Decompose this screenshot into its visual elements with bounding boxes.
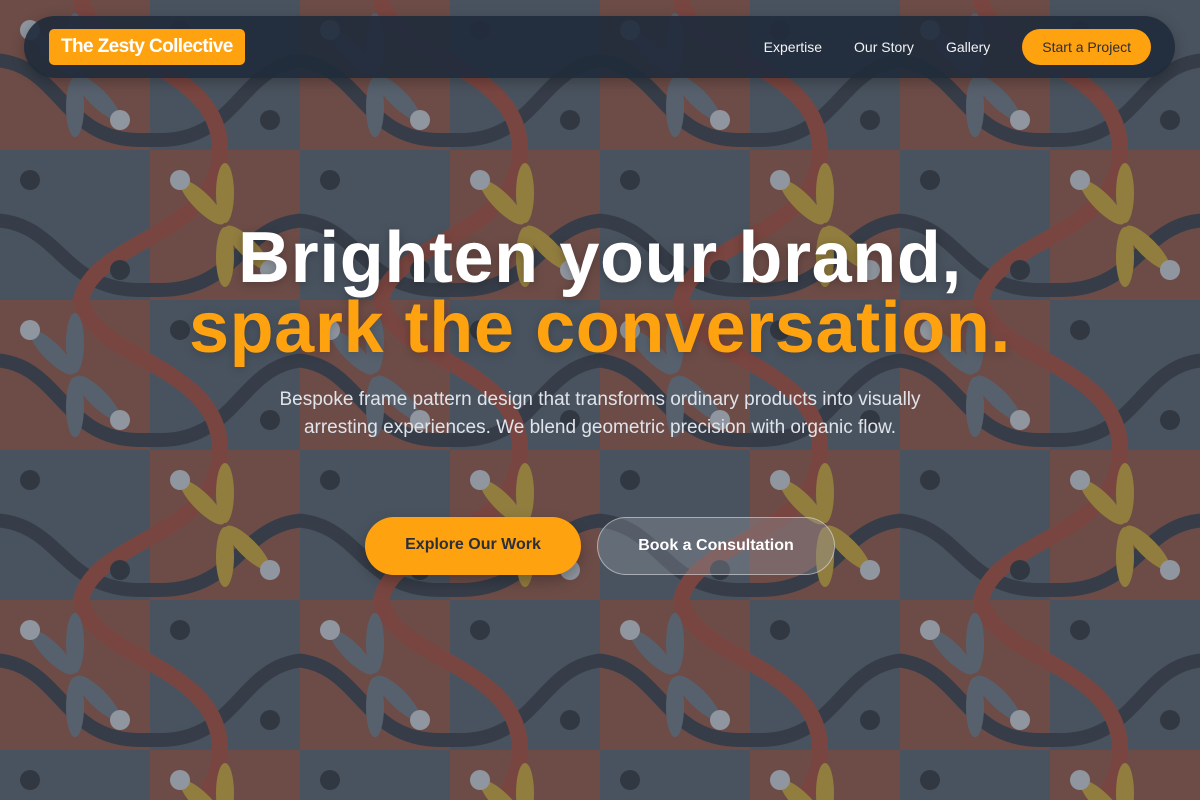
hero-section: Brighten your brand, spark the conversat… [0,222,1200,442]
nav-link-expertise[interactable]: Expertise [764,39,822,55]
hero-actions: Explore Our Work Book a Consultation [0,517,1200,575]
hero-headline: Brighten your brand, spark the conversat… [0,222,1200,364]
start-project-button[interactable]: Start a Project [1022,29,1151,65]
headline-line-2: spark the conversation. [188,288,1012,368]
top-navigation-bar: The Zesty Collective Expertise Our Story… [24,16,1175,78]
nav-link-gallery[interactable]: Gallery [946,39,990,55]
hero-subtitle: Bespoke frame pattern design that transf… [279,389,921,438]
nav-link-our-story[interactable]: Our Story [854,39,914,55]
headline-line-1: Brighten your brand, [237,218,963,298]
explore-work-button[interactable]: Explore Our Work [365,517,581,575]
nav-links: Expertise Our Story Gallery Start a Proj… [764,29,1151,65]
book-consultation-button[interactable]: Book a Consultation [597,517,835,575]
brand-logo[interactable]: The Zesty Collective [49,29,245,65]
